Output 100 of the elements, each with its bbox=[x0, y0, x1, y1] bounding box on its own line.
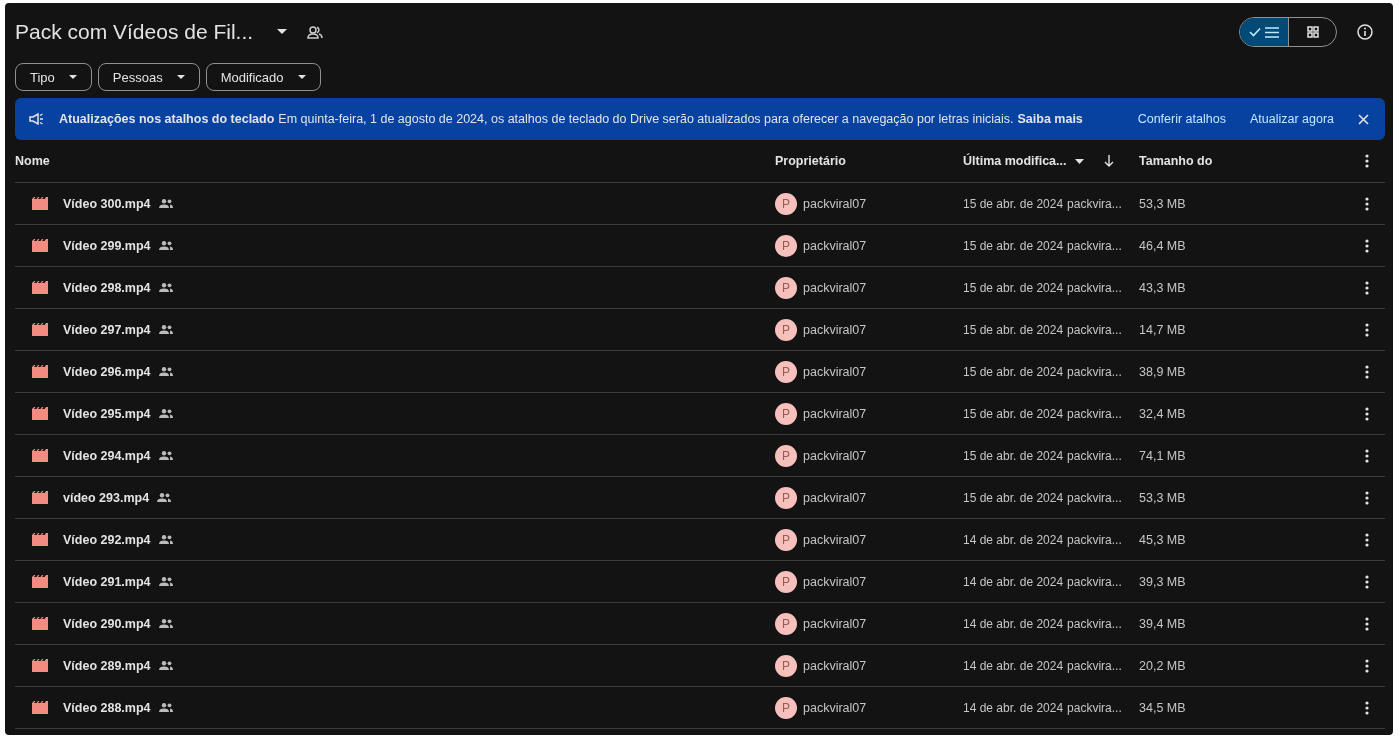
file-size: 32,4 MB bbox=[1139, 406, 1187, 421]
grid-icon bbox=[1306, 26, 1319, 38]
more-options-icon[interactable] bbox=[1365, 616, 1369, 631]
file-name[interactable]: Vídeo 291.mp4 bbox=[63, 574, 151, 589]
close-icon[interactable] bbox=[1358, 113, 1369, 125]
more-options-icon[interactable] bbox=[1365, 448, 1369, 463]
shared-people-icon bbox=[158, 325, 173, 334]
owner-name: packviral07 bbox=[803, 238, 867, 253]
file-size: 34,5 MB bbox=[1139, 700, 1187, 715]
file-name[interactable]: Vídeo 298.mp4 bbox=[63, 280, 151, 295]
shared-people-icon bbox=[158, 283, 173, 292]
shared-people-icon bbox=[158, 619, 173, 628]
more-options-icon[interactable] bbox=[1365, 406, 1369, 421]
modified-by: packvira... bbox=[1067, 658, 1122, 673]
video-file-icon bbox=[32, 239, 48, 252]
more-options-icon[interactable] bbox=[1365, 658, 1369, 673]
shared-people-icon bbox=[158, 367, 173, 376]
avatar: P bbox=[775, 234, 797, 257]
info-icon[interactable] bbox=[1357, 24, 1373, 40]
more-options-icon[interactable] bbox=[1365, 196, 1369, 211]
file-size: 53,3 MB bbox=[1139, 196, 1187, 211]
file-size: 46,4 MB bbox=[1139, 238, 1187, 253]
modified-by: packvira... bbox=[1067, 364, 1122, 379]
more-options-icon[interactable] bbox=[1365, 280, 1369, 295]
avatar: P bbox=[775, 192, 797, 215]
modified-date: 14 de abr. de 2024 bbox=[963, 700, 1064, 715]
owner-name: packviral07 bbox=[803, 658, 867, 673]
modified-by: packvira... bbox=[1067, 574, 1122, 589]
file-name[interactable]: Vídeo 295.mp4 bbox=[63, 406, 151, 421]
file-name[interactable]: Vídeo 292.mp4 bbox=[63, 532, 151, 547]
file-size: 53,3 MB bbox=[1139, 490, 1187, 505]
file-size: 39,3 MB bbox=[1139, 574, 1187, 589]
more-options-icon[interactable] bbox=[1365, 238, 1369, 253]
column-header[interactable]: Proprietário bbox=[775, 154, 963, 168]
banner-action-button[interactable]: Atualizar agora bbox=[1249, 112, 1334, 126]
avatar: P bbox=[775, 696, 797, 719]
more-options-icon[interactable] bbox=[1365, 154, 1369, 168]
shared-people-icon bbox=[158, 661, 173, 670]
file-size: 45,3 MB bbox=[1139, 532, 1187, 547]
more-options-icon[interactable] bbox=[1365, 532, 1369, 547]
avatar: P bbox=[775, 486, 797, 509]
banner-title: Atualizações nos atalhos do teclado bbox=[59, 112, 275, 126]
modified-date: 15 de abr. de 2024 bbox=[963, 490, 1064, 505]
file-name[interactable]: vídeo 293.mp4 bbox=[63, 490, 150, 505]
more-options-icon[interactable] bbox=[1365, 490, 1369, 505]
avatar: P bbox=[775, 360, 797, 383]
more-options-icon[interactable] bbox=[1365, 364, 1369, 379]
avatar: P bbox=[775, 570, 797, 593]
file-size: 20,2 MB bbox=[1139, 658, 1187, 673]
video-file-icon bbox=[32, 659, 48, 672]
modified-by: packvira... bbox=[1067, 238, 1122, 253]
caret-icon[interactable] bbox=[1074, 158, 1084, 164]
column-header[interactable]: Nome bbox=[15, 154, 775, 168]
shared-people-icon bbox=[158, 199, 173, 208]
modified-date: 15 de abr. de 2024 bbox=[963, 280, 1064, 295]
video-file-icon bbox=[32, 281, 48, 294]
more-options-icon[interactable] bbox=[1365, 700, 1369, 715]
list-view-button[interactable] bbox=[1240, 18, 1288, 46]
file-size: 43,3 MB bbox=[1139, 280, 1187, 295]
file-name[interactable]: Vídeo 290.mp4 bbox=[63, 616, 151, 631]
owner-name: packviral07 bbox=[803, 574, 867, 589]
avatar: P bbox=[775, 654, 797, 677]
modified-date: 15 de abr. de 2024 bbox=[963, 364, 1064, 379]
column-header[interactable]: Última modifica... bbox=[963, 154, 1067, 168]
caret-icon bbox=[176, 75, 185, 79]
file-name[interactable]: Vídeo 288.mp4 bbox=[63, 700, 151, 715]
filter-chip[interactable]: Modificado bbox=[205, 63, 321, 91]
file-name[interactable]: Vídeo 297.mp4 bbox=[63, 322, 151, 337]
more-options-icon[interactable] bbox=[1365, 574, 1369, 589]
modified-by: packvira... bbox=[1067, 406, 1122, 421]
more-options-icon[interactable] bbox=[1365, 322, 1369, 337]
modified-date: 15 de abr. de 2024 bbox=[963, 406, 1064, 421]
shared-people-icon bbox=[158, 451, 173, 460]
avatar: P bbox=[775, 402, 797, 425]
avatar: P bbox=[775, 276, 797, 299]
file-name[interactable]: Vídeo 300.mp4 bbox=[63, 196, 151, 211]
megaphone-icon bbox=[29, 112, 45, 126]
modified-by: packvira... bbox=[1067, 322, 1122, 337]
modified-date: 15 de abr. de 2024 bbox=[963, 238, 1064, 253]
avatar: P bbox=[775, 444, 797, 467]
filter-chip[interactable]: Tipo bbox=[15, 63, 92, 91]
file-name[interactable]: Vídeo 289.mp4 bbox=[63, 658, 151, 673]
owner-name: packviral07 bbox=[803, 406, 867, 421]
file-size: 39,4 MB bbox=[1139, 616, 1187, 631]
column-header[interactable]: Tamanho do bbox=[1139, 154, 1365, 168]
modified-date: 14 de abr. de 2024 bbox=[963, 532, 1064, 547]
modified-date: 14 de abr. de 2024 bbox=[963, 616, 1064, 631]
learn-more-link[interactable]: Saiba mais bbox=[1017, 112, 1083, 126]
file-name[interactable]: Vídeo 299.mp4 bbox=[63, 238, 151, 253]
banner-action-button[interactable]: Conferir atalhos bbox=[1137, 112, 1226, 126]
file-name[interactable]: Vídeo 294.mp4 bbox=[63, 448, 151, 463]
file-name[interactable]: Vídeo 296.mp4 bbox=[63, 364, 151, 379]
modified-by: packvira... bbox=[1067, 280, 1122, 295]
file-size: 38,9 MB bbox=[1139, 364, 1187, 379]
sort-arrow-icon[interactable] bbox=[1103, 155, 1114, 167]
filter-chip[interactable]: Pessoas bbox=[97, 63, 200, 91]
file-size: 14,7 MB bbox=[1139, 322, 1187, 337]
video-file-icon bbox=[32, 701, 48, 714]
owner-name: packviral07 bbox=[803, 364, 867, 379]
shared-people-icon bbox=[157, 493, 172, 502]
